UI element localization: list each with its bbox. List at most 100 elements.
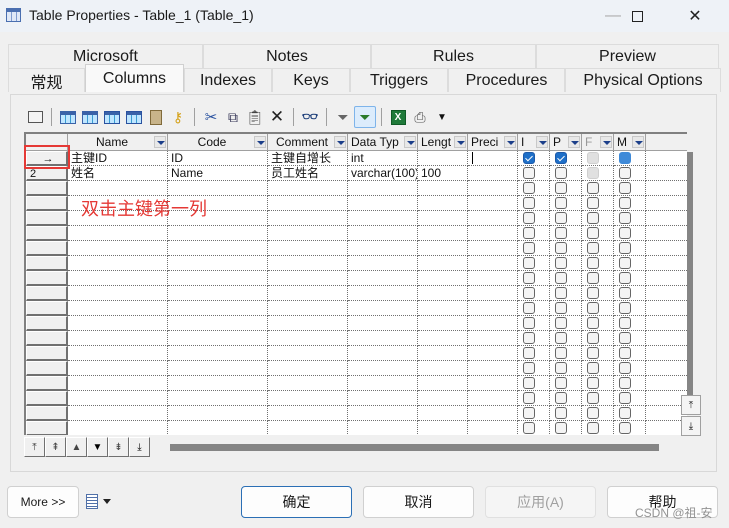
precision-cell[interactable] (468, 241, 518, 256)
mandatory-checkbox[interactable] (614, 301, 646, 316)
row-header[interactable] (26, 421, 68, 435)
precision-cell[interactable] (468, 181, 518, 196)
foreign-checkbox[interactable] (582, 181, 614, 196)
length-cell[interactable] (418, 271, 468, 286)
precision-cell[interactable] (468, 226, 518, 241)
identity-checkbox-box[interactable] (523, 407, 535, 419)
identity-checkbox[interactable] (518, 421, 550, 435)
cut-icon[interactable]: ✂ (200, 106, 222, 128)
identity-checkbox-box[interactable] (523, 227, 535, 239)
identity-checkbox[interactable] (518, 166, 550, 181)
delete-icon[interactable]: ✕ (266, 106, 288, 128)
code-cell[interactable] (168, 421, 268, 435)
mandatory-checkbox[interactable] (614, 331, 646, 346)
mandatory-checkbox-box[interactable] (619, 167, 631, 179)
identity-checkbox[interactable] (518, 151, 550, 166)
row-header[interactable] (26, 391, 68, 406)
data-type-cell[interactable] (348, 256, 418, 271)
foreign-checkbox-box[interactable] (587, 152, 599, 164)
identity-checkbox[interactable] (518, 241, 550, 256)
tab-indexes[interactable]: Indexes (184, 68, 272, 92)
mandatory-checkbox-box[interactable] (619, 242, 631, 254)
mandatory-checkbox-box[interactable] (619, 347, 631, 359)
precision-cell[interactable] (468, 406, 518, 421)
row-header[interactable] (26, 406, 68, 421)
header-data-type[interactable]: Data Typ (348, 134, 418, 151)
data-type-cell[interactable] (348, 421, 418, 435)
primary-checkbox[interactable] (550, 421, 582, 435)
foreign-checkbox[interactable] (582, 331, 614, 346)
length-cell[interactable] (418, 406, 468, 421)
comment-cell[interactable]: 员工姓名 (268, 166, 348, 181)
precision-cell[interactable] (468, 271, 518, 286)
filter-dropdown-icon[interactable] (536, 136, 548, 148)
primary-checkbox-box[interactable] (555, 407, 567, 419)
row-header[interactable] (26, 256, 68, 271)
name-cell[interactable] (68, 316, 168, 331)
primary-checkbox-box[interactable] (555, 272, 567, 284)
table-row[interactable] (26, 391, 687, 406)
code-cell[interactable] (168, 226, 268, 241)
comment-cell[interactable] (268, 241, 348, 256)
primary-checkbox-box[interactable] (555, 317, 567, 329)
comment-cell[interactable] (268, 421, 348, 435)
length-cell[interactable] (418, 181, 468, 196)
foreign-checkbox[interactable] (582, 391, 614, 406)
primary-checkbox-box[interactable] (555, 257, 567, 269)
identity-checkbox-box[interactable] (523, 287, 535, 299)
filter-dropdown-icon[interactable] (632, 136, 644, 148)
primary-checkbox[interactable] (550, 166, 582, 181)
comment-cell[interactable] (268, 226, 348, 241)
length-cell[interactable] (418, 421, 468, 435)
precision-cell[interactable] (468, 391, 518, 406)
mandatory-checkbox[interactable] (614, 406, 646, 421)
tab-physical-options[interactable]: Physical Options (565, 68, 721, 92)
foreign-checkbox[interactable] (582, 316, 614, 331)
primary-checkbox-box[interactable] (555, 227, 567, 239)
code-cell[interactable] (168, 271, 268, 286)
primary-checkbox-box[interactable] (555, 377, 567, 389)
identity-checkbox-box[interactable] (523, 332, 535, 344)
enable-filter-icon[interactable]: ⏷ (354, 106, 376, 128)
name-cell[interactable] (68, 181, 168, 196)
length-cell[interactable] (418, 241, 468, 256)
header-identity[interactable]: I (518, 134, 550, 151)
data-type-cell[interactable] (348, 181, 418, 196)
code-cell[interactable] (168, 256, 268, 271)
foreign-checkbox[interactable] (582, 361, 614, 376)
identity-checkbox[interactable] (518, 256, 550, 271)
foreign-checkbox[interactable] (582, 301, 614, 316)
precision-cell[interactable] (468, 256, 518, 271)
primary-checkbox[interactable] (550, 301, 582, 316)
length-cell[interactable] (418, 361, 468, 376)
identity-checkbox[interactable] (518, 316, 550, 331)
mandatory-checkbox[interactable] (614, 256, 646, 271)
name-cell[interactable] (68, 226, 168, 241)
identity-checkbox[interactable] (518, 361, 550, 376)
data-type-cell[interactable] (348, 331, 418, 346)
more-button[interactable]: More >> (7, 486, 79, 518)
close-button[interactable]: ✕ (672, 0, 718, 32)
scroll-top-button[interactable]: ⤒ (681, 395, 701, 415)
identity-checkbox-box[interactable] (523, 272, 535, 284)
mandatory-checkbox[interactable] (614, 226, 646, 241)
foreign-checkbox-box[interactable] (587, 377, 599, 389)
vertical-scrollbar-thumb[interactable] (687, 152, 693, 396)
identity-checkbox-box[interactable] (523, 212, 535, 224)
primary-checkbox-box[interactable] (555, 302, 567, 314)
length-cell[interactable] (418, 331, 468, 346)
primary-checkbox[interactable] (550, 241, 582, 256)
mandatory-checkbox[interactable] (614, 376, 646, 391)
insert-row-icon[interactable] (57, 106, 79, 128)
foreign-checkbox[interactable] (582, 166, 614, 181)
primary-checkbox-box[interactable] (555, 167, 567, 179)
name-cell[interactable] (68, 391, 168, 406)
comment-cell[interactable] (268, 196, 348, 211)
identity-checkbox-box[interactable] (523, 302, 535, 314)
move-bottom-button[interactable]: ⤓ (129, 437, 150, 457)
comment-cell[interactable] (268, 181, 348, 196)
mandatory-checkbox[interactable] (614, 421, 646, 435)
filter-dropdown-icon[interactable] (404, 136, 416, 148)
identity-checkbox-box[interactable] (523, 422, 535, 434)
paste-icon[interactable]: 📋︎ (244, 106, 266, 128)
